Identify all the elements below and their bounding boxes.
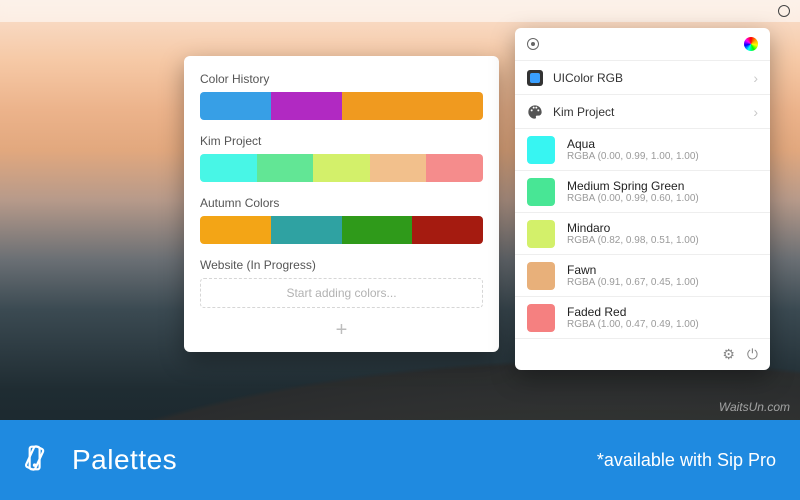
footer-subtitle: *available with Sip Pro [597,450,776,471]
palettes-panel: Color History Kim Project Autumn Colors [184,56,499,352]
chevron-right-icon: › [753,70,758,86]
color-name: Medium Spring Green [567,179,699,193]
color-chip [527,136,555,164]
palette-swatches[interactable] [200,92,483,120]
chevron-right-icon: › [753,104,758,120]
palettes-logo-icon [24,441,58,480]
swatch[interactable] [271,216,342,244]
palette-title: Color History [200,72,483,86]
swatch[interactable] [412,216,483,244]
row-label: UIColor RGB [553,71,753,85]
palette-section: Kim Project [200,134,483,182]
promo-footer: Palettes *available with Sip Pro [0,420,800,500]
swatch[interactable] [200,154,257,182]
palette-icon [527,104,543,120]
project-row[interactable]: Kim Project › [515,94,770,128]
color-list-item[interactable]: Mindaro RGBA (0.82, 0.98, 0.51, 1.00) [515,212,770,254]
format-row[interactable]: UIColor RGB › [515,60,770,94]
settings-icon[interactable]: ⚙ [722,346,735,363]
color-list-item[interactable]: Aqua RGBA (0.00, 0.99, 1.00, 1.00) [515,128,770,170]
color-list-item[interactable]: Medium Spring Green RGBA (0.00, 0.99, 0.… [515,170,770,212]
color-list-item[interactable]: Faded Red RGBA (1.00, 0.47, 0.49, 1.00) [515,296,770,338]
palette-swatches[interactable] [200,154,483,182]
swatch[interactable] [200,216,271,244]
palette-swatches[interactable] [200,216,483,244]
color-name: Mindaro [567,221,699,235]
panel-footer: ⚙ ⏻ [515,338,770,370]
color-code: RGBA (0.91, 0.67, 0.45, 1.00) [567,277,699,289]
swatch[interactable] [313,154,370,182]
color-list-item[interactable]: Fawn RGBA (0.91, 0.67, 0.45, 1.00) [515,254,770,296]
color-name: Fawn [567,263,699,277]
swatch[interactable] [257,154,314,182]
color-code: RGBA (1.00, 0.47, 0.49, 1.00) [567,319,699,331]
swatch[interactable] [200,92,271,120]
panel-header [515,28,770,60]
color-code: RGBA (0.00, 0.99, 1.00, 1.00) [567,151,699,163]
footer-title: Palettes [72,444,177,476]
swatch[interactable] [271,92,342,120]
palette-title: Autumn Colors [200,196,483,210]
empty-palette-placeholder[interactable]: Start adding colors... [200,278,483,308]
swatch[interactable] [342,216,413,244]
swatch[interactable] [426,154,483,182]
uicolor-icon [527,70,543,86]
color-wheel-icon[interactable] [744,37,758,51]
eyedropper-icon[interactable] [527,38,539,50]
color-code: RGBA (0.82, 0.98, 0.51, 1.00) [567,235,699,247]
menubar [0,0,800,22]
color-detail-panel: UIColor RGB › Kim Project › Aqua RGBA (0… [515,28,770,370]
swatch[interactable] [342,92,413,120]
palette-title: Website (In Progress) [200,258,483,272]
color-chip [527,304,555,332]
sip-menubar-icon[interactable] [778,5,790,17]
swatch[interactable] [412,92,483,120]
row-label: Kim Project [553,105,753,119]
palette-section: Color History [200,72,483,120]
color-chip [527,220,555,248]
power-icon[interactable]: ⏻ [747,346,758,363]
color-chip [527,262,555,290]
color-name: Faded Red [567,305,699,319]
color-name: Aqua [567,137,699,151]
watermark: WaitsUn.com [719,400,790,414]
palette-section-empty: Website (In Progress) Start adding color… [200,258,483,308]
palette-title: Kim Project [200,134,483,148]
add-palette-button[interactable]: + [200,318,483,342]
swatch[interactable] [370,154,427,182]
palette-section: Autumn Colors [200,196,483,244]
color-chip [527,178,555,206]
color-code: RGBA (0.00, 0.99, 0.60, 1.00) [567,193,699,205]
